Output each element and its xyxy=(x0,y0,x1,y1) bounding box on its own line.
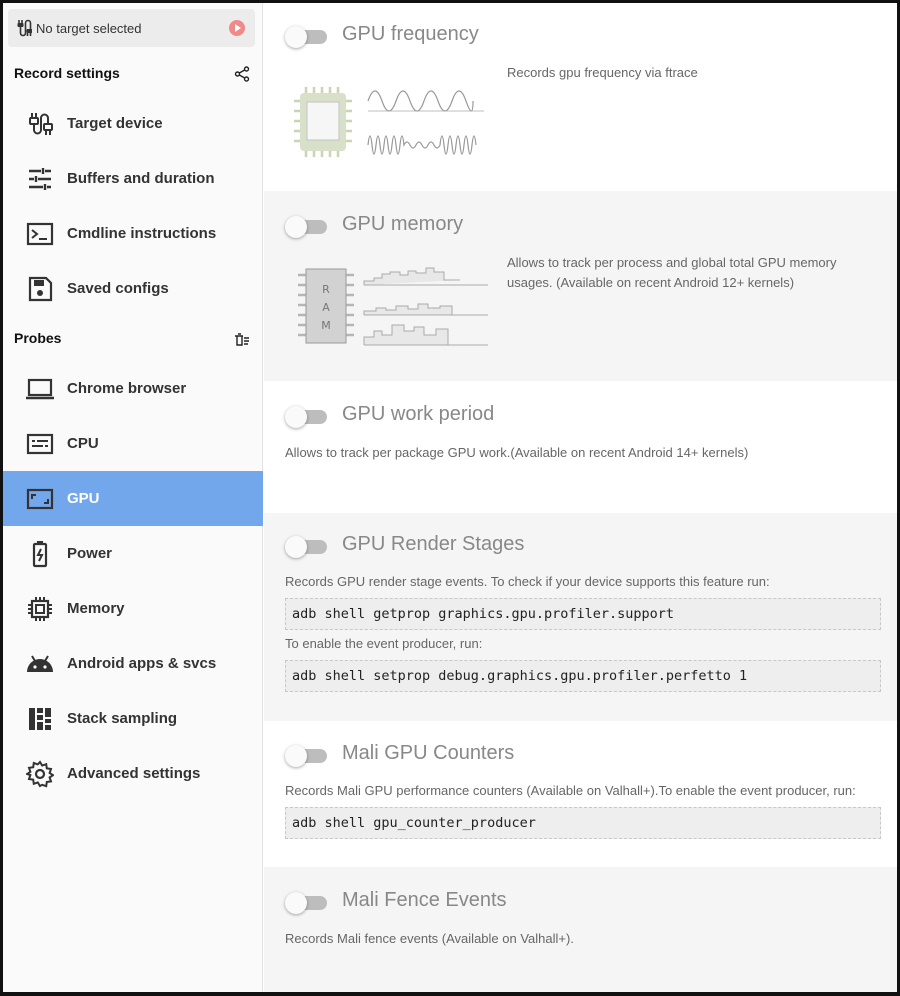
sidebar-item-label: Power xyxy=(67,545,113,562)
ram-letter-a: A xyxy=(322,301,330,314)
probe-title: Mali Fence Events xyxy=(342,889,507,911)
sidebar-item-stack-sampling[interactable]: Stack sampling xyxy=(3,691,263,746)
sidebar-item-chrome-browser[interactable]: Chrome browser xyxy=(3,361,263,416)
laptop-icon xyxy=(25,374,55,404)
sidebar-item-android-apps[interactable]: Android apps & svcs xyxy=(3,636,263,691)
tune-icon xyxy=(25,164,55,194)
probe-description: Allows to track per process and global t… xyxy=(507,255,837,290)
check-support-command[interactable]: adb shell getprop graphics.gpu.profiler.… xyxy=(285,598,881,630)
target-label: No target selected xyxy=(36,20,142,36)
probe-note: To enable the event producer, run: xyxy=(285,636,483,651)
android-icon xyxy=(25,649,55,679)
probe-title: GPU work period xyxy=(342,403,495,425)
probe-toggle[interactable] xyxy=(285,892,331,914)
cpu-icon xyxy=(25,429,55,459)
probe-mali-fence-events: Mali Fence Events Records Mali fence eve… xyxy=(264,867,897,992)
probes-panel: GPU frequency Records gpu frequency via … xyxy=(264,3,897,992)
memory-icon xyxy=(25,594,55,624)
probe-mali-gpu-counters: Mali GPU Counters Records Mali GPU perfo… xyxy=(264,721,897,867)
sidebar-item-buffers-and-duration[interactable]: Buffers and duration xyxy=(3,151,263,206)
probe-title: GPU frequency xyxy=(342,23,479,45)
ram-letter-m: M xyxy=(321,319,331,332)
gear-icon xyxy=(25,759,55,789)
stack-sampling-icon xyxy=(25,704,55,734)
sidebar-item-label: CPU xyxy=(67,435,99,452)
sidebar-item-cmdline-instructions[interactable]: Cmdline instructions xyxy=(3,206,263,261)
sidebar-item-label: Advanced settings xyxy=(67,765,201,782)
sidebar-item-memory[interactable]: Memory xyxy=(3,581,263,636)
probe-gpu-memory: GPU memory R A M Allows to track per pro… xyxy=(264,191,897,381)
sidebar-item-label: Chrome browser xyxy=(67,380,187,397)
enable-producer-command[interactable]: adb shell setprop debug.graphics.gpu.pro… xyxy=(285,660,881,692)
battery-icon xyxy=(25,539,55,569)
sidebar-item-label: Android apps & svcs xyxy=(67,655,217,672)
sidebar-item-gpu[interactable]: GPU xyxy=(3,471,263,526)
cable-icon xyxy=(17,19,32,37)
probe-toggle[interactable] xyxy=(285,406,331,428)
sidebar-item-target-device[interactable]: Target device xyxy=(3,96,263,151)
sidebar-item-label: Stack sampling xyxy=(67,710,178,727)
start-recording-icon[interactable] xyxy=(229,20,245,36)
gpu-frequency-illustration xyxy=(294,87,484,157)
probe-description: Records GPU render stage events. To chec… xyxy=(285,574,770,589)
gpu-memory-illustration: R A M xyxy=(298,267,488,346)
probe-description: Records Mali GPU performance counters (A… xyxy=(285,783,856,798)
sidebar-item-advanced-settings[interactable]: Advanced settings xyxy=(3,746,263,801)
probe-toggle[interactable] xyxy=(285,26,331,48)
sidebar-item-label: Saved configs xyxy=(67,280,169,297)
sidebar: No target selected Record settings Targe… xyxy=(3,3,263,992)
sidebar-item-saved-configs[interactable]: Saved configs xyxy=(3,261,263,316)
target-selector[interactable]: No target selected xyxy=(8,9,255,47)
probe-title: GPU Render Stages xyxy=(342,533,525,555)
sidebar-item-label: Target device xyxy=(67,115,163,132)
probe-description: Records Mali fence events (Available on … xyxy=(285,931,574,946)
sidebar-item-label: GPU xyxy=(67,490,100,507)
probe-title: GPU memory xyxy=(342,213,464,235)
terminal-icon xyxy=(25,219,55,249)
probe-gpu-frequency: GPU frequency Records gpu frequency via … xyxy=(264,3,897,191)
app-window: No target selected Record settings Targe… xyxy=(0,0,900,996)
save-icon xyxy=(25,274,55,304)
probe-description: Allows to track per package GPU work.(Av… xyxy=(285,445,749,460)
probe-description: Records gpu frequency via ftrace xyxy=(507,65,698,80)
sidebar-item-cpu[interactable]: CPU xyxy=(3,416,263,471)
clear-probes-icon[interactable] xyxy=(234,332,250,348)
probe-gpu-work-period: GPU work period Allows to track per pack… xyxy=(264,381,897,513)
probe-toggle[interactable] xyxy=(285,536,331,558)
probe-toggle[interactable] xyxy=(285,216,331,238)
cable-icon xyxy=(25,109,55,139)
sidebar-item-label: Cmdline instructions xyxy=(67,225,217,242)
ram-letter-r: R xyxy=(322,283,330,296)
probe-title: Mali GPU Counters xyxy=(342,742,515,764)
probe-gpu-render-stages: GPU Render Stages Records GPU render sta… xyxy=(264,513,897,721)
enable-producer-command[interactable]: adb shell gpu_counter_producer xyxy=(285,807,881,839)
probe-toggle[interactable] xyxy=(285,745,331,767)
gpu-icon xyxy=(25,484,55,514)
record-settings-title: Record settings xyxy=(14,65,120,81)
sidebar-item-label: Buffers and duration xyxy=(67,170,215,187)
probes-title: Probes xyxy=(14,330,62,346)
sidebar-item-power[interactable]: Power xyxy=(3,526,263,581)
sidebar-item-label: Memory xyxy=(67,600,125,617)
share-icon[interactable] xyxy=(234,66,250,82)
